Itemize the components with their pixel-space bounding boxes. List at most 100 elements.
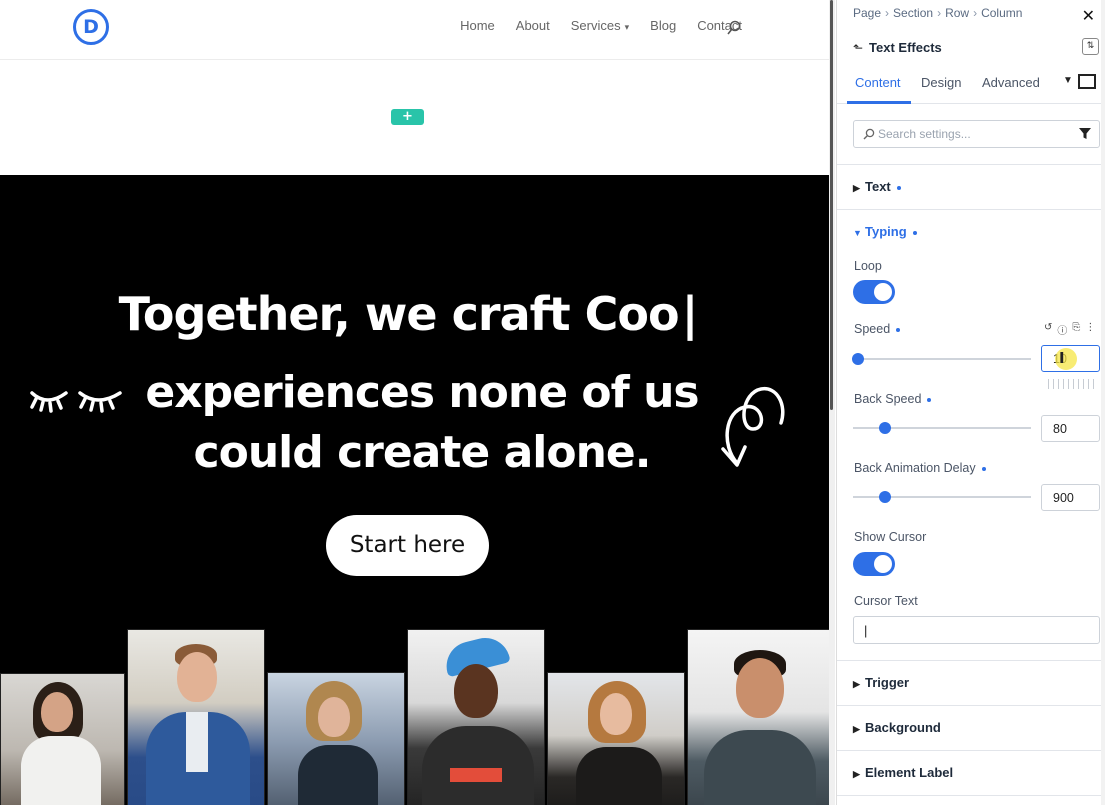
group-background-label: Background (865, 720, 941, 735)
info-icon[interactable]: ⓘ (1057, 322, 1067, 337)
breadcrumb-separator: › (885, 6, 890, 20)
cursor-text-input[interactable] (853, 616, 1100, 644)
toggle-knob (874, 555, 892, 573)
team-photo (127, 629, 265, 805)
nav-item-services[interactable]: Services ▾ (571, 18, 629, 33)
eyelashes-icon (30, 391, 122, 413)
speed-label: Speed (854, 322, 901, 336)
breadcrumb-column[interactable]: Column (981, 6, 1022, 20)
back-animation-delay-slider[interactable] (853, 490, 1031, 504)
divider (837, 795, 1105, 796)
panel-title: ⬑ Text Effects (853, 40, 942, 55)
breadcrumb: Page › Section › Row › Column (853, 6, 1022, 20)
back-animation-delay-label: Back Animation Delay (854, 461, 986, 475)
group-element-label-label: Element Label (865, 765, 954, 780)
group-text[interactable]: ▶ Text (853, 179, 901, 194)
modified-dot (896, 185, 901, 190)
site-header: D Home About Services ▾ Blog Contact (0, 0, 830, 60)
speed-input[interactable] (1041, 345, 1100, 372)
tab-advanced[interactable]: Advanced (982, 75, 1040, 90)
modified-dot (981, 466, 986, 471)
expand-panel-icon[interactable] (1078, 74, 1096, 89)
slider-tick-marks (1048, 379, 1096, 389)
tab-design[interactable]: Design (921, 75, 961, 90)
back-speed-input[interactable] (1041, 415, 1100, 442)
start-here-button[interactable]: Start here (326, 515, 489, 576)
preview-scrollbar-thumb[interactable] (830, 0, 833, 410)
search-input[interactable] (878, 122, 1068, 146)
breadcrumb-row[interactable]: Row (945, 6, 969, 20)
close-icon[interactable]: ✕ (1082, 6, 1095, 25)
breadcrumb-section[interactable]: Section (893, 6, 933, 20)
team-photo (267, 672, 405, 805)
copy-icon[interactable]: ⎘ (1072, 322, 1080, 337)
caret-down-icon: ▼ (853, 228, 862, 238)
back-icon[interactable]: ⬑ (853, 41, 863, 55)
tab-content[interactable]: Content (855, 75, 901, 90)
settings-panel: Page › Section › Row › Column ✕ ⬑ Text Effects … (836, 0, 1105, 805)
speed-field-tools: ↺ ⓘ ⎘ ⋮ (1044, 322, 1095, 337)
swirl-arrow-icon (721, 387, 785, 467)
slider-thumb[interactable] (879, 422, 892, 434)
loop-label: Loop (854, 259, 882, 273)
active-tab-indicator (847, 101, 911, 104)
team-photo (407, 629, 545, 805)
back-speed-slider[interactable] (853, 421, 1031, 435)
group-typing-label: Typing (865, 224, 907, 239)
divider (837, 164, 1105, 165)
hero-heading-line-2: experiences none of us (145, 367, 699, 418)
breadcrumb-page[interactable]: Page (853, 6, 881, 20)
show-cursor-toggle[interactable] (853, 552, 895, 576)
chevron-down-icon: ▾ (624, 22, 630, 32)
text-cursor-icon: I (1059, 349, 1065, 367)
add-section-button[interactable]: + (391, 109, 424, 125)
show-cursor-label: Show Cursor (854, 530, 927, 544)
group-background[interactable]: ▶ Background (853, 720, 941, 735)
speed-slider[interactable] (852, 352, 1031, 366)
site-preview: D Home About Services ▾ Blog Contact + To… (0, 0, 830, 805)
back-animation-delay-input[interactable] (1041, 484, 1100, 511)
layout-toggle-icon[interactable]: ⇅ (1082, 38, 1099, 55)
caret-right-icon: ▶ (853, 183, 860, 193)
hero-heading-line-1: Together, we craft Coo| (0, 287, 823, 341)
cursor-text-label: Cursor Text (854, 594, 918, 608)
nav-item-blog[interactable]: Blog (650, 18, 676, 33)
site-logo[interactable]: D (73, 9, 109, 45)
group-typing[interactable]: ▼ Typing (853, 224, 917, 239)
tab-more-dropdown-icon[interactable]: ▼ (1063, 75, 1073, 86)
group-element-label[interactable]: ▶ Element Label (853, 765, 953, 780)
more-options-icon[interactable]: ⋮ (1085, 322, 1095, 337)
team-photo (547, 672, 685, 805)
speed-label-text: Speed (854, 322, 891, 336)
divider (837, 660, 1105, 661)
hero-section: Together, we craft Coo| experiences none… (0, 175, 830, 805)
typing-caret: | (681, 287, 699, 341)
breadcrumb-separator: › (973, 6, 978, 20)
loop-toggle[interactable] (853, 280, 895, 304)
caret-right-icon: ▶ (853, 679, 860, 689)
settings-search (853, 120, 1100, 148)
divider (837, 750, 1105, 751)
filter-icon[interactable] (1079, 128, 1091, 140)
slider-thumb[interactable] (852, 353, 865, 365)
modified-dot (896, 327, 901, 332)
nav-item-home[interactable]: Home (460, 18, 495, 33)
main-nav: Home About Services ▾ Blog Contact (460, 18, 742, 33)
panel-tabs: Content Design Advanced ▼ (837, 64, 1105, 104)
nav-item-services-label: Services (570, 18, 621, 33)
search-icon[interactable] (727, 20, 741, 36)
back-speed-label: Back Speed (854, 392, 932, 406)
panel-title-text: Text Effects (869, 40, 942, 55)
divider (837, 705, 1105, 706)
preview-scrollbar[interactable] (829, 0, 835, 805)
panel-scrollbar[interactable] (1101, 0, 1105, 805)
group-trigger[interactable]: ▶ Trigger (853, 675, 909, 690)
group-trigger-label: Trigger (865, 675, 910, 690)
search-icon (863, 128, 875, 140)
reset-icon[interactable]: ↺ (1044, 322, 1052, 337)
toggle-knob (874, 283, 892, 301)
modified-dot (927, 397, 932, 402)
typed-text: Together, we craft Coo (118, 287, 680, 341)
slider-thumb[interactable] (879, 491, 892, 503)
nav-item-about[interactable]: About (516, 18, 550, 33)
